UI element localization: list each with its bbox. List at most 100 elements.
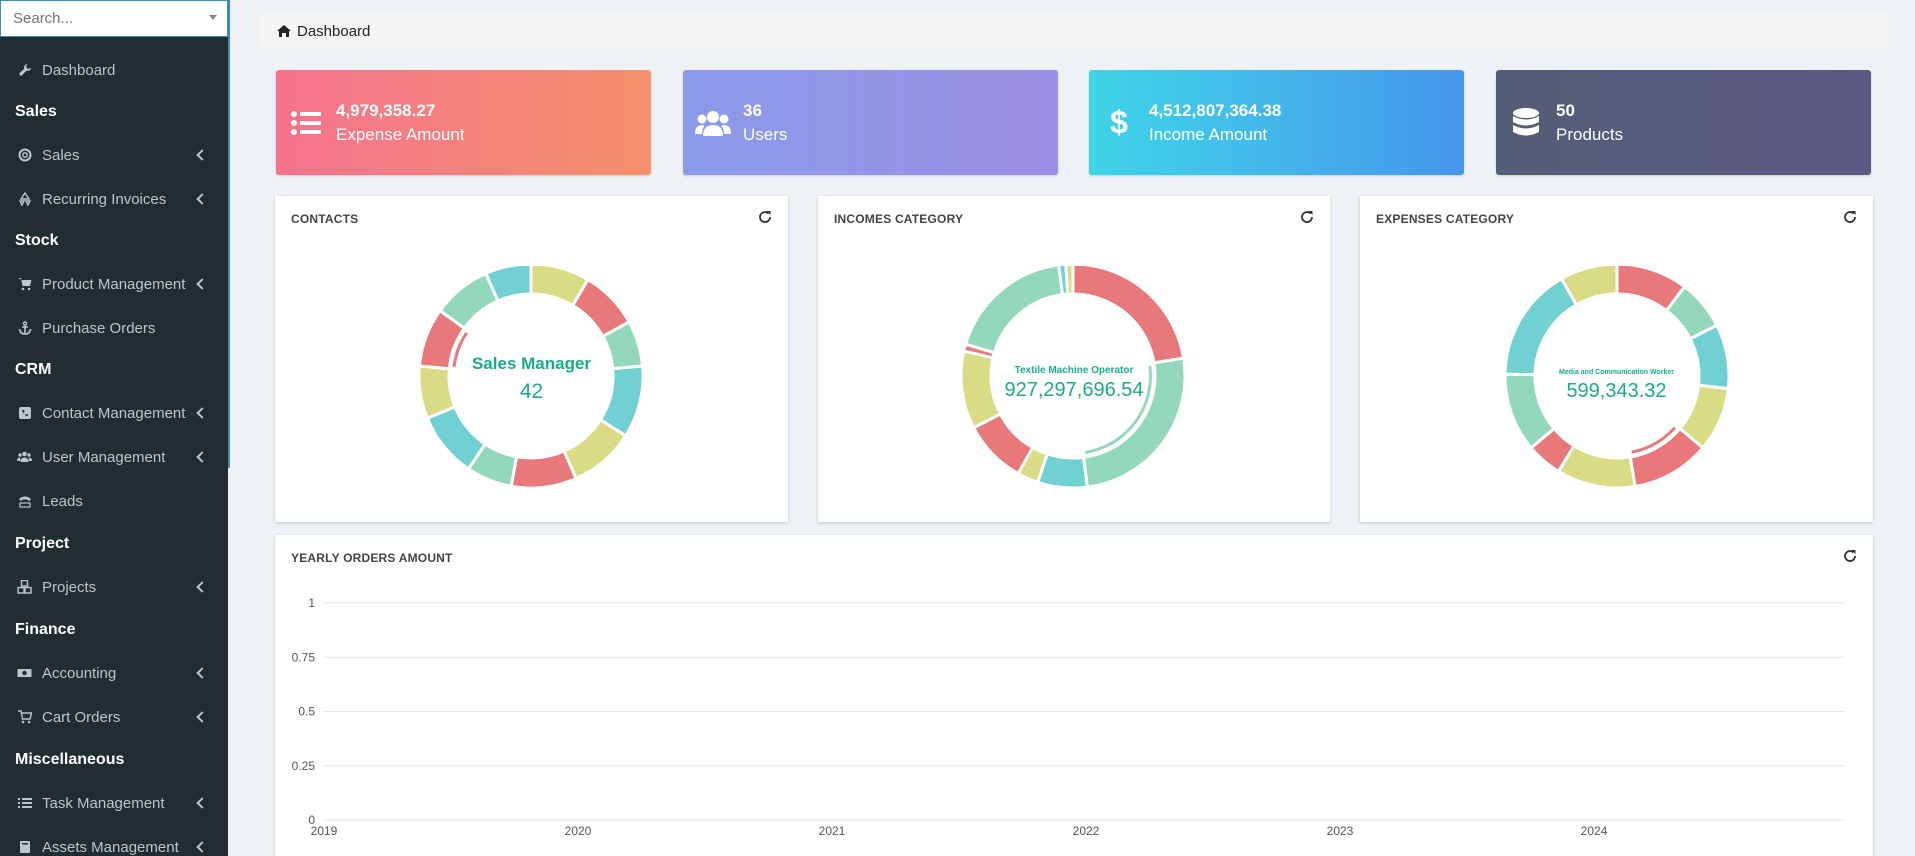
sidebar-item-label: Recurring Invoices	[42, 190, 167, 208]
expenses-donut: Media and Communication Worker 599,343.3…	[1360, 262, 1873, 498]
card-title: EXPENSES CATEGORY	[1376, 212, 1515, 226]
life-ring-icon	[17, 148, 32, 163]
donut-slice[interactable]	[1503, 276, 1579, 377]
home-icon[interactable]	[276, 24, 292, 38]
donut-center-value: 927,297,696.54	[1004, 379, 1144, 401]
stat-box-users: 36 Users	[683, 70, 1058, 175]
stat-value: 36	[743, 100, 762, 120]
sidebar: Dashboard Sales Sales Recurring Invoices…	[0, 0, 228, 856]
recycle-icon	[17, 192, 32, 207]
sidebar-item-product-management[interactable]: Product Management	[0, 266, 228, 302]
yearly-orders-card: YEARLY ORDERS AMOUNT 0 0.25 0.5 0.75 1 2019 20…	[275, 535, 1873, 856]
sidebar-section-stock: Stock	[15, 232, 59, 249]
sidebar-item-label: Purchase Orders	[42, 319, 156, 337]
refresh-icon[interactable]	[758, 210, 772, 224]
wrench-icon	[17, 63, 32, 78]
chevron-left-icon	[196, 711, 208, 723]
donut-center-label: Sales Manager	[471, 354, 592, 373]
cart-icon	[17, 710, 32, 725]
refresh-icon[interactable]	[1300, 210, 1314, 224]
sidebar-item-contact-management[interactable]: Contact Management	[0, 395, 228, 431]
chevron-left-icon	[196, 797, 208, 809]
sidebar-item-label: Product Management	[42, 275, 186, 293]
chevron-left-icon	[196, 278, 208, 290]
sidebar-section-crm: CRM	[15, 361, 52, 378]
donut-slice[interactable]	[963, 263, 1065, 355]
list-icon	[276, 110, 336, 136]
contacts-card: CONTACTS Sales Manager 42	[275, 196, 788, 522]
anchor-icon	[17, 321, 32, 336]
sidebar-section-miscellaneous: Miscellaneous	[15, 751, 125, 768]
sidebar-item-label: Accounting	[42, 664, 117, 682]
x-tick-label: 2024	[1581, 824, 1608, 838]
sidebar-item-projects[interactable]: Projects	[0, 569, 228, 605]
sidebar-item-user-management[interactable]: User Management	[0, 439, 228, 475]
sidebar-item-label: Contact Management	[42, 404, 186, 422]
sidebar-item-leads[interactable]: Leads	[0, 483, 228, 519]
stat-label: Products	[1556, 124, 1624, 144]
chevron-left-icon	[196, 667, 208, 679]
incomes-category-card: INCOMES CATEGORY Textile Machine Operato…	[818, 196, 1330, 522]
stat-box-income: $ 4,512,807,364.38 Income Amount	[1089, 70, 1464, 175]
sidebar-item-sales[interactable]: Sales	[0, 137, 228, 173]
yearly-orders-chart: 00.250.50.7512019 2020 2021 2022 2023 2024	[292, 596, 1845, 838]
sidebar-item-task-management[interactable]: Task Management	[0, 785, 228, 821]
donut-slice[interactable]	[1064, 262, 1075, 296]
tty-icon	[17, 494, 32, 509]
cart-icon	[17, 277, 32, 292]
book-icon	[17, 840, 32, 855]
sidebar-item-purchase-orders[interactable]: Purchase Orders	[0, 310, 228, 346]
users-icon	[17, 450, 32, 465]
x-tick-label: 2021	[819, 824, 846, 838]
dollar-icon: $	[1110, 104, 1128, 140]
stat-box-products: 50 Products	[1496, 70, 1871, 175]
donut-center-value: 42	[519, 380, 544, 403]
list-icon	[17, 796, 32, 811]
sidebar-item-accounting[interactable]: Accounting	[0, 655, 228, 691]
sidebar-edge	[228, 0, 230, 468]
donut-center-label: Textile Machine Operator	[1014, 365, 1134, 376]
chevron-down-icon[interactable]	[209, 15, 217, 20]
chevron-left-icon	[196, 841, 208, 853]
sidebar-item-label: Sales	[42, 146, 80, 164]
sidebar-item-label: Projects	[42, 578, 97, 596]
database-icon	[1496, 107, 1556, 138]
expenses-category-card: EXPENSES CATEGORY Media and Communicatio…	[1360, 196, 1873, 522]
donut-slice[interactable]	[509, 449, 579, 490]
sidebar-item-recurring-invoices[interactable]: Recurring Invoices	[0, 181, 228, 217]
search-input[interactable]	[1, 1, 227, 36]
card-title: INCOMES CATEGORY	[834, 212, 964, 226]
stat-value: 4,979,358.27	[336, 100, 436, 120]
y-tick-label: 1	[308, 596, 315, 610]
chevron-left-icon	[196, 193, 208, 205]
breadcrumb: Dashboard	[260, 13, 1888, 49]
sidebar-item-label: Assets Management	[42, 838, 179, 856]
stat-value: 50	[1556, 100, 1575, 120]
chevron-left-icon	[196, 149, 208, 161]
donut-slice[interactable]	[1071, 262, 1186, 365]
chevron-left-icon	[196, 451, 208, 463]
y-tick-label: 0.75	[292, 650, 316, 664]
cubes-icon	[17, 580, 32, 595]
search-box[interactable]	[0, 0, 228, 37]
incomes-donut: Textile Machine Operator 927,297,696.54	[818, 262, 1330, 498]
chevron-left-icon	[196, 407, 208, 419]
phone-square-icon	[17, 406, 32, 421]
sidebar-item-label: Leads	[42, 492, 83, 510]
breadcrumb-item[interactable]: Dashboard	[297, 23, 370, 40]
money-icon	[17, 666, 32, 681]
x-tick-label: 2020	[565, 824, 592, 838]
sidebar-item-label: Task Management	[42, 794, 165, 812]
y-tick-label: 0.25	[292, 759, 316, 773]
refresh-icon[interactable]	[1843, 210, 1857, 224]
stat-value: 4,512,807,364.38	[1149, 100, 1282, 120]
sidebar-item-label: Cart Orders	[42, 708, 121, 726]
x-tick-label: 2019	[311, 824, 338, 838]
sidebar-item-dashboard[interactable]: Dashboard	[0, 52, 228, 88]
contacts-donut: Sales Manager 42	[275, 262, 788, 498]
sidebar-section-project: Project	[15, 535, 70, 552]
sidebar-item-cart-orders[interactable]: Cart Orders	[0, 699, 228, 735]
sidebar-item-label: Dashboard	[42, 61, 116, 79]
sidebar-item-label: User Management	[42, 448, 166, 466]
sidebar-item-assets-management[interactable]: Assets Management	[0, 829, 228, 856]
